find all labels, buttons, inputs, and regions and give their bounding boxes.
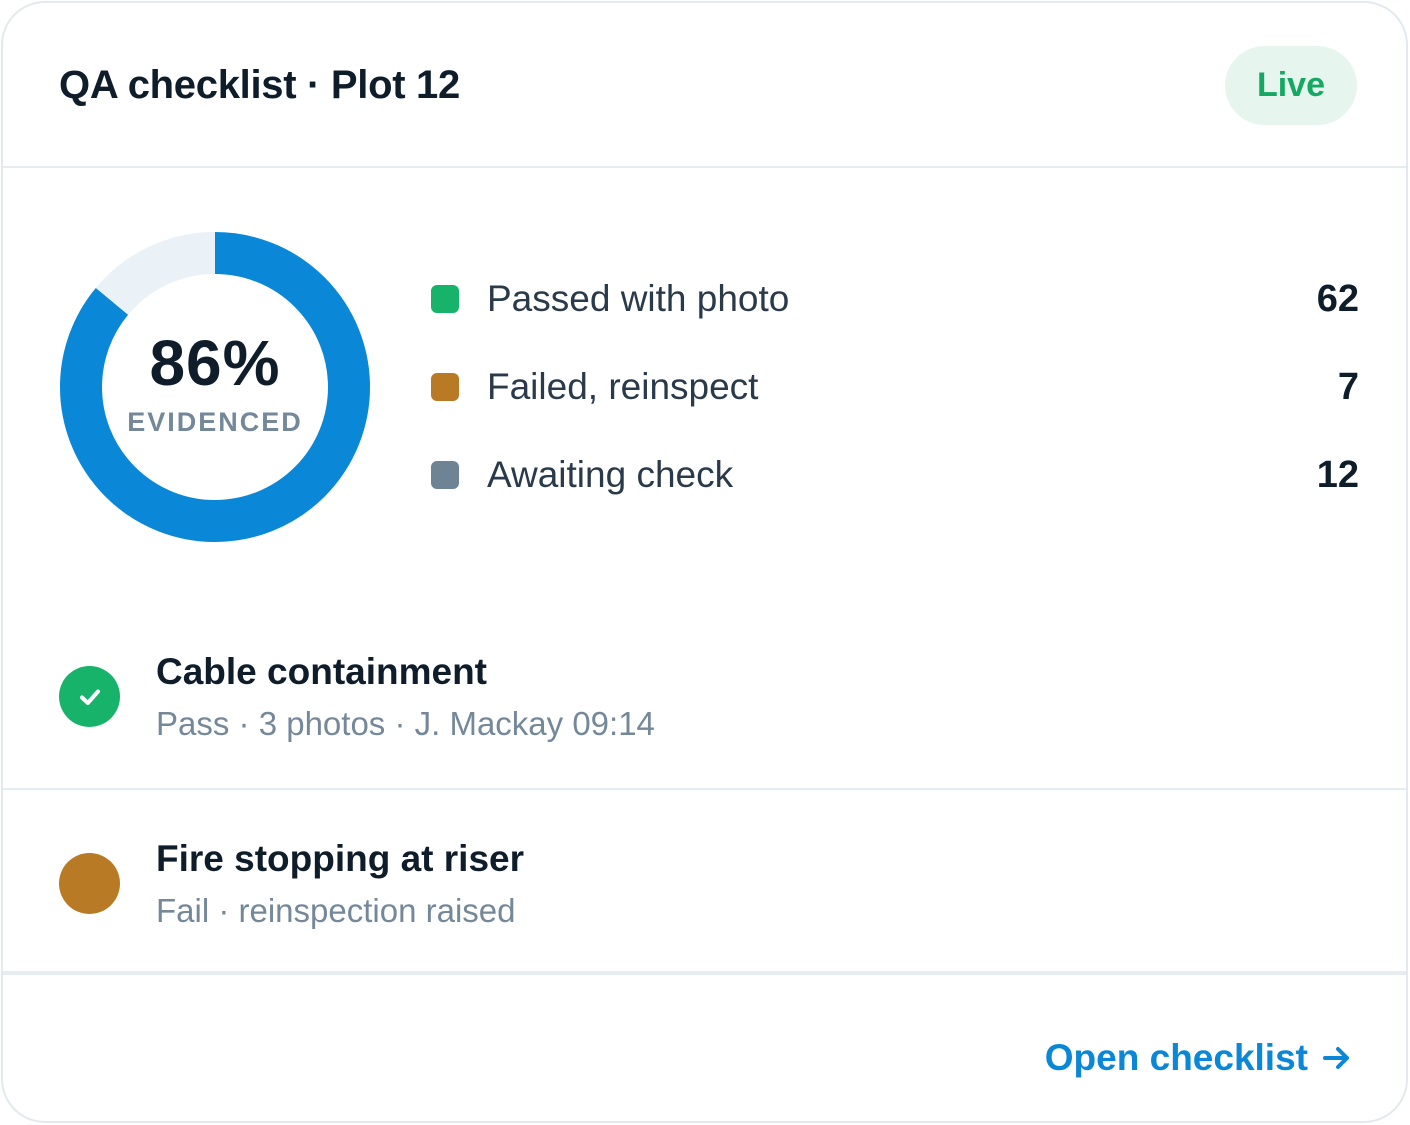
evidenced-caption: EVIDENCED (127, 406, 303, 437)
arrow-right-icon (1320, 1041, 1354, 1075)
item-meta: Fail · reinspection raised (156, 892, 516, 929)
item-title: Cable containment (156, 651, 487, 692)
legend-label: Passed with photo (487, 278, 790, 319)
passed-swatch (431, 285, 459, 313)
legend-label: Awaiting check (487, 454, 734, 495)
open-checklist-label: Open checklist (1044, 1037, 1308, 1078)
legend-count: 7 (1337, 365, 1359, 408)
card-header: QA checklist · Plot 12 Live (3, 3, 1406, 168)
qa-checklist-card: QA checklist · Plot 12 Live 86% EVIDENCE… (1, 1, 1408, 1123)
legend-row-failed: Failed, reinspect 7 (431, 357, 1359, 417)
live-status-badge: Live (1225, 46, 1357, 125)
awaiting-swatch (431, 461, 459, 489)
check-icon (79, 689, 100, 705)
legend-row-passed: Passed with photo 62 (431, 269, 1359, 329)
failed-swatch (431, 373, 459, 401)
open-checklist-link[interactable]: Open checklist (1045, 1037, 1354, 1079)
legend-count: 12 (1316, 453, 1359, 496)
donut-center: 86% EVIDENCED (55, 227, 375, 547)
checklist-item-cable-containment[interactable]: Cable containment Pass · 3 photos · J. M… (3, 623, 1406, 790)
checklist-item-fire-stopping[interactable]: Fire stopping at riser Fail · reinspecti… (3, 790, 1406, 975)
legend-count: 62 (1316, 277, 1359, 320)
fail-status-icon (59, 853, 120, 914)
pass-status-icon (59, 666, 120, 727)
legend-row-awaiting: Awaiting check 12 (431, 445, 1359, 505)
item-meta: Pass · 3 photos · J. Mackay 09:14 (156, 705, 655, 742)
card-title: QA checklist · Plot 12 (59, 63, 460, 107)
legend-label: Failed, reinspect (487, 366, 759, 407)
item-title: Fire stopping at riser (156, 838, 525, 879)
evidenced-percent: 86% (149, 326, 281, 399)
